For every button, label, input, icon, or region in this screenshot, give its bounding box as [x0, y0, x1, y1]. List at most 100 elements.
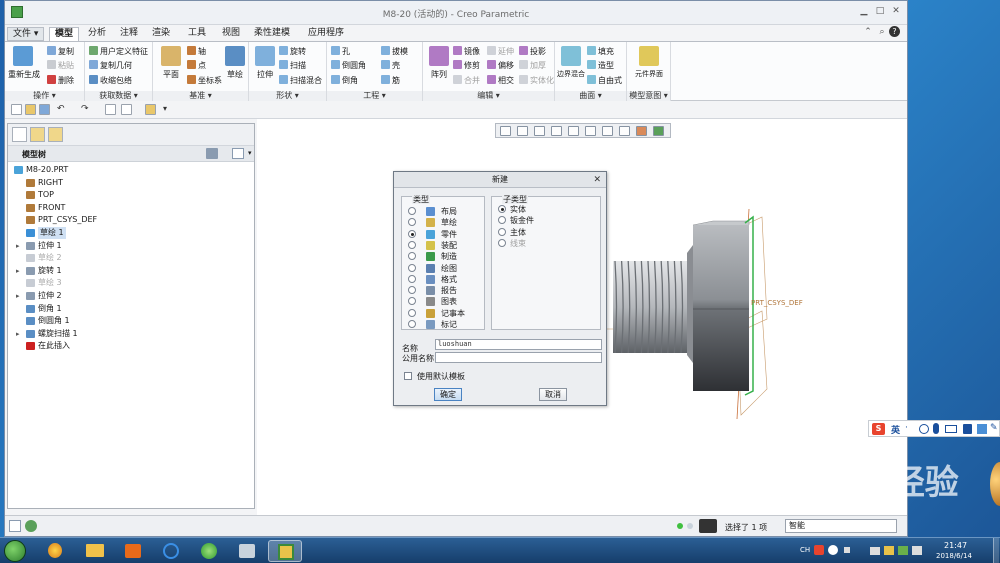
radio-button[interactable]: [408, 229, 416, 238]
type-option[interactable]: 报告: [408, 285, 482, 296]
tray-date[interactable]: 2018/6/14: [936, 552, 972, 560]
radio-button[interactable]: [408, 286, 416, 295]
tree-item[interactable]: ▸ 螺旋扫描 1: [8, 328, 254, 340]
taskbar-creo[interactable]: [268, 540, 302, 562]
redo-icon[interactable]: ↷: [81, 104, 92, 115]
expand-arrow-icon[interactable]: ▸: [16, 328, 20, 340]
tree-item[interactable]: ▸ 拉伸 2: [8, 290, 254, 302]
project-button[interactable]: 投影: [519, 46, 546, 57]
axis-button[interactable]: 轴: [187, 46, 206, 57]
tree-item[interactable]: 在此插入: [8, 340, 254, 352]
ribbon-collapse-icon[interactable]: ⌃: [861, 26, 875, 38]
udf-button[interactable]: 用户定义特征: [89, 46, 148, 57]
plane-button[interactable]: 平面: [157, 69, 185, 80]
radio-button[interactable]: [408, 274, 416, 283]
windows-icon[interactable]: [121, 104, 132, 115]
tray-expand-icon[interactable]: [844, 547, 850, 553]
radio-button[interactable]: [408, 218, 416, 227]
boundary-blend-button[interactable]: 边界混合: [557, 69, 585, 79]
taskbar-browser[interactable]: [192, 540, 226, 562]
show-desktop-button[interactable]: [993, 538, 999, 563]
taskbar-explorer[interactable]: [78, 540, 112, 562]
expand-arrow-icon[interactable]: ▸: [16, 290, 20, 302]
group-label-datum[interactable]: 基准 ▾: [153, 91, 248, 101]
tray-security-icon[interactable]: [884, 546, 894, 555]
pattern-button[interactable]: 阵列: [425, 69, 453, 80]
radio-button[interactable]: [408, 252, 416, 261]
tab-analysis[interactable]: 分析: [83, 27, 111, 41]
ok-button[interactable]: 确定: [434, 388, 462, 401]
component-interface-button[interactable]: 元件界面: [631, 69, 667, 79]
type-option[interactable]: 制造: [408, 251, 482, 262]
type-option[interactable]: 格式: [408, 274, 482, 285]
cancel-button[interactable]: 取消: [539, 388, 567, 401]
point-button[interactable]: 点: [187, 60, 206, 71]
radio-button[interactable]: [498, 216, 506, 225]
tree-item[interactable]: ▸ 拉伸 1: [8, 240, 254, 252]
subtype-option[interactable]: 实体: [498, 204, 594, 215]
expand-arrow-icon[interactable]: ▸: [16, 265, 20, 277]
tab-flexible-modeling[interactable]: 柔性建模: [249, 27, 295, 41]
tree-filters-icon[interactable]: [232, 148, 244, 159]
taskbar-baidu-netdisk[interactable]: [154, 540, 188, 562]
subtype-option[interactable]: 钣金件: [498, 215, 594, 226]
taskbar-media[interactable]: [116, 540, 150, 562]
ime-punctuation-icon[interactable]: ·: [905, 423, 908, 433]
tree-filters-dropdown-icon[interactable]: ▾: [248, 149, 252, 157]
radio-button[interactable]: [408, 263, 416, 272]
tree-item[interactable]: TOP: [8, 189, 254, 201]
radio-button[interactable]: [408, 240, 416, 249]
group-label-editing[interactable]: 编辑 ▾: [423, 91, 554, 101]
show-navigator-icon[interactable]: [9, 520, 21, 532]
tray-volume-icon[interactable]: [912, 546, 922, 555]
type-option[interactable]: 布局: [408, 206, 482, 217]
type-option[interactable]: 绘图: [408, 263, 482, 274]
radio-button[interactable]: [408, 297, 416, 306]
regenerate-small-icon[interactable]: [105, 104, 116, 115]
type-option[interactable]: 标记: [408, 319, 482, 330]
tree-item[interactable]: 倒圆角 1: [8, 315, 254, 327]
sogou-logo-icon[interactable]: S: [872, 423, 885, 435]
group-label-operations[interactable]: 操作 ▾: [5, 91, 84, 101]
mirror-button[interactable]: 镜像: [453, 46, 480, 57]
round-button[interactable]: 倒圆角: [331, 60, 366, 71]
undo-icon[interactable]: ↶: [57, 104, 68, 115]
shell-button[interactable]: 壳: [381, 60, 400, 71]
swept-blend-button[interactable]: 扫描混合: [279, 75, 322, 86]
shrinkwrap-button[interactable]: 收缩包络: [89, 75, 132, 86]
common-name-input[interactable]: [435, 352, 602, 363]
trim-button[interactable]: 修剪: [453, 60, 480, 71]
thicken-button[interactable]: 加厚: [519, 60, 546, 71]
solidify-button[interactable]: 实体化: [519, 75, 554, 86]
fill-button[interactable]: 填充: [587, 46, 614, 57]
tree-item[interactable]: 草绘 2: [8, 252, 254, 264]
type-option[interactable]: 装配: [408, 240, 482, 251]
save-icon[interactable]: [39, 104, 50, 115]
subtype-option[interactable]: 线束: [498, 238, 594, 249]
tab-model[interactable]: 模型: [49, 27, 80, 41]
extrude-button[interactable]: 拉伸: [251, 69, 279, 80]
ime-emoji-icon[interactable]: [919, 424, 929, 434]
ime-skin-icon[interactable]: [963, 424, 972, 434]
radio-button[interactable]: [498, 205, 506, 213]
tree-item[interactable]: FRONT: [8, 202, 254, 214]
group-label-shapes[interactable]: 形状 ▾: [249, 91, 326, 101]
tab-render[interactable]: 渲染: [147, 27, 175, 41]
type-option[interactable]: 零件: [408, 229, 482, 240]
delete-button[interactable]: 删除: [47, 75, 74, 86]
type-option[interactable]: 图表: [408, 296, 482, 307]
regenerate-button[interactable]: 重新生成: [7, 69, 41, 80]
tab-view[interactable]: 视图: [217, 27, 245, 41]
open-file-icon[interactable]: [25, 104, 36, 115]
taskbar-app-orb[interactable]: [38, 540, 72, 562]
group-label-surfaces[interactable]: 曲面 ▾: [555, 91, 626, 101]
tree-item[interactable]: 倒角 1: [8, 303, 254, 315]
chamfer-button[interactable]: 倒角: [331, 75, 358, 86]
draft-button[interactable]: 拔模: [381, 46, 408, 57]
copy-geometry-button[interactable]: 复制几何: [89, 60, 132, 71]
maximize-button[interactable]: □: [873, 5, 887, 17]
favorites-tab-icon[interactable]: [48, 127, 63, 142]
freestyle-button[interactable]: 自由式: [587, 75, 622, 86]
tree-settings-icon[interactable]: [206, 148, 218, 159]
tab-file[interactable]: 文件 ▾: [7, 27, 45, 41]
